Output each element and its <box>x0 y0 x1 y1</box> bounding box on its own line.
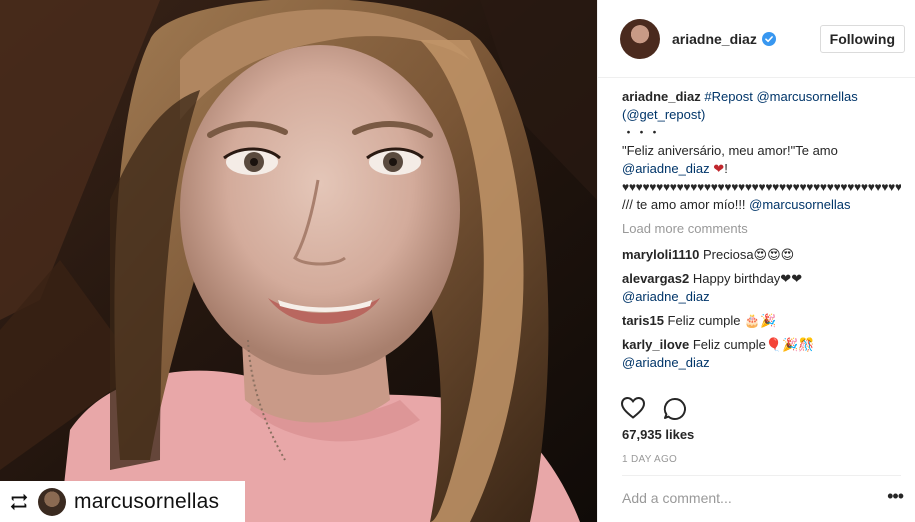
comment-username[interactable]: alevargas2 <box>622 271 689 286</box>
caption-mention-2[interactable]: @ariadne_diaz <box>622 161 710 176</box>
verified-badge-icon <box>761 31 776 46</box>
repost-username: marcusornellas <box>74 489 220 513</box>
post-sidebar: ariadne_diaz Following ariadne_diaz #Rep… <box>597 0 915 522</box>
repost-avatar <box>38 487 66 516</box>
following-button[interactable]: Following <box>819 24 905 53</box>
comment-username[interactable]: karly_ilove <box>622 337 689 352</box>
photo-illustration <box>0 0 597 522</box>
comment-item: karly_ilove Feliz cumple🎈🎉🎊 @ariadne_dia… <box>622 336 901 372</box>
post-header: ariadne_diaz Following <box>598 0 915 78</box>
heart-emoji: ❤ <box>713 161 725 176</box>
post-photo[interactable]: marcusornellas <box>0 0 597 522</box>
get-repost-mention[interactable]: (@get_repost) <box>622 107 705 122</box>
caption-exclaim: ! <box>724 161 728 176</box>
comment-mention[interactable]: @ariadne_diaz <box>622 289 710 304</box>
add-comment-input[interactable]: Add a comment... <box>622 490 732 506</box>
comment-bubble-icon[interactable] <box>662 396 688 422</box>
repost-watermark: marcusornellas <box>0 481 245 522</box>
caption-text-2: /// te amo amor mío!!! <box>622 197 750 212</box>
comment-text: Happy birthday❤❤ <box>692 271 803 286</box>
comment-username[interactable]: maryloli1110 <box>622 247 699 262</box>
caption: ariadne_diaz #Repost @marcusornellas (@g… <box>622 88 901 214</box>
comment-item: taris15 Feliz cumple 🎂🎉 <box>622 312 901 330</box>
header-username[interactable]: ariadne_diaz <box>672 31 757 47</box>
caption-hearts: ♥♥♥♥♥♥♥♥♥♥♥♥♥♥♥♥♥♥♥♥♥♥♥♥♥♥♥♥♥♥♥♥♥♥♥♥♥♥♥♥… <box>622 180 901 194</box>
comments-list[interactable]: ariadne_diaz #Repost @marcusornellas (@g… <box>622 88 901 384</box>
caption-mention-3[interactable]: @marcusornellas <box>749 197 850 212</box>
caption-mention[interactable]: @marcusornellas <box>756 89 857 104</box>
repost-hashtag[interactable]: #Repost <box>704 89 752 104</box>
profile-avatar[interactable] <box>620 18 660 59</box>
caption-dots: ・・・ <box>622 125 662 140</box>
comment-text: Feliz cumple🎈🎉🎊 <box>692 337 815 352</box>
post-timestamp: 1 DAY AGO <box>622 454 678 465</box>
comment-item: maryloli1110 Preciosa😍😍😍 <box>622 246 901 264</box>
comment-text: Feliz cumple 🎂🎉 <box>667 313 777 328</box>
more-options-button[interactable]: ••• <box>887 486 904 507</box>
repost-icon <box>10 493 28 510</box>
comment-username[interactable]: taris15 <box>622 313 664 328</box>
action-bar <box>620 396 688 422</box>
divider <box>622 475 901 476</box>
comment-item: alevargas2 Happy birthday❤❤ @ariadne_dia… <box>622 270 901 306</box>
like-heart-icon[interactable] <box>620 396 646 420</box>
comment-text: Preciosa😍😍😍 <box>702 247 795 262</box>
comment-mention[interactable]: @ariadne_diaz <box>622 355 710 370</box>
likes-count[interactable]: 67,935 likes <box>622 427 694 442</box>
load-more-comments-link[interactable]: Load more comments <box>622 220 901 238</box>
caption-username[interactable]: ariadne_diaz <box>622 89 701 104</box>
caption-text-1: "Feliz aniversário, meu amor!"Te amo <box>622 143 838 158</box>
